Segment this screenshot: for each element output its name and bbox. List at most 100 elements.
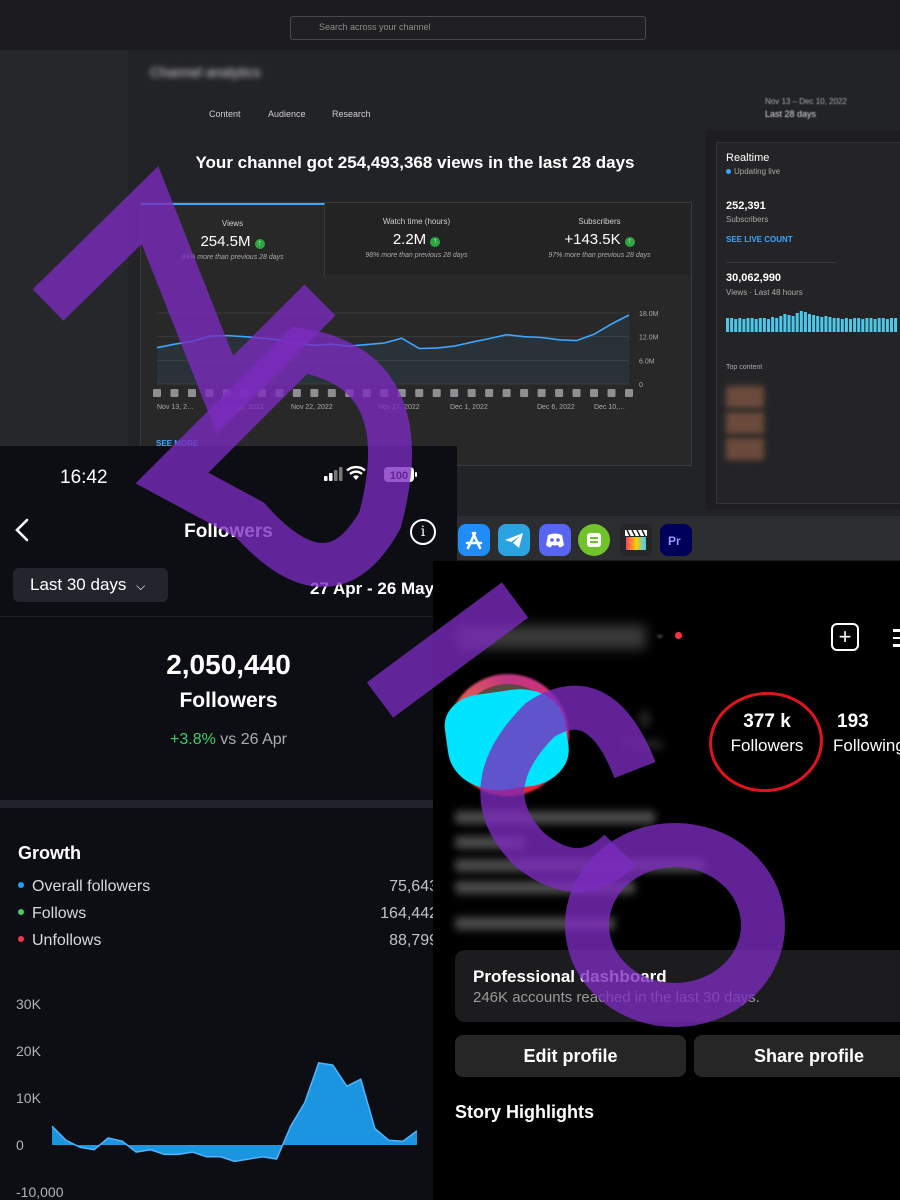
menu-icon[interactable]: [893, 629, 900, 652]
growth-value: 164,442: [380, 905, 438, 922]
add-post-icon[interactable]: +: [831, 623, 859, 651]
date-range-selector[interactable]: Nov 13 – Dec 10, 2022 Last 28 days: [765, 95, 847, 121]
realtime-subscribers: 252,391: [726, 200, 766, 212]
section-divider: [0, 800, 457, 808]
growth-area-chart: 30K 20K 10K 0 -10,000: [16, 996, 418, 1200]
tab-audience[interactable]: Audience: [268, 109, 306, 119]
realtime-bar: [857, 318, 861, 332]
content-thumbnail[interactable]: [726, 438, 764, 460]
views-line-chart: 0 6.0M 12.0M 18.0M Nov 13, 2… Nov 18, 2022 Nov…: [153, 311, 659, 411]
status-time: 16:42: [60, 467, 108, 488]
legend-dot: [18, 909, 24, 915]
growth-heading: Growth: [18, 843, 81, 863]
event-marker[interactable]: [380, 389, 389, 397]
event-marker[interactable]: [502, 389, 511, 397]
event-marker[interactable]: [310, 389, 319, 397]
metric-comparison: 98% more than previous 28 days: [365, 252, 468, 259]
chevron-down-icon[interactable]: ⌄: [654, 625, 666, 642]
premiere-icon[interactable]: Pr: [660, 524, 692, 556]
content-thumbnail[interactable]: [726, 386, 764, 408]
event-marker[interactable]: [205, 389, 214, 397]
event-marker[interactable]: [257, 389, 266, 397]
content-thumbnail[interactable]: [726, 412, 764, 434]
realtime-views: 30,062,990: [726, 272, 782, 284]
story-highlights-heading: Story Highlights: [455, 1102, 594, 1122]
event-marker[interactable]: [432, 389, 441, 397]
event-marker[interactable]: [222, 389, 231, 397]
share-profile-button[interactable]: Share profile: [694, 1035, 900, 1077]
realtime-views-label: Views · Last 48 hours: [726, 288, 803, 297]
event-marker[interactable]: [485, 389, 494, 397]
x-tick-label: Nov 13, 2…: [157, 404, 194, 411]
event-marker[interactable]: [467, 389, 476, 397]
link-blurred[interactable]: [455, 917, 615, 930]
event-marker[interactable]: [153, 389, 161, 397]
event-marker[interactable]: [275, 389, 284, 397]
metric-views-tab[interactable]: Views 254.5M ↑ 99% more than previous 28 …: [141, 203, 325, 277]
event-marker[interactable]: [607, 389, 616, 397]
metric-subscribers-tab[interactable]: Subscribers +143.5K ↑ 97% more than previ…: [508, 203, 691, 275]
followers-label[interactable]: Followers: [717, 736, 817, 756]
event-marker[interactable]: [590, 389, 599, 397]
realtime-bar: [799, 311, 803, 332]
date-range-dropdown[interactable]: Last 30 days ⌵: [13, 568, 168, 602]
event-marker[interactable]: [450, 389, 459, 397]
event-marker[interactable]: [362, 389, 371, 397]
event-marker[interactable]: [240, 389, 249, 397]
search-input[interactable]: Search across your channel: [290, 16, 646, 40]
event-marker[interactable]: [537, 389, 546, 397]
see-live-count-link[interactable]: SEE LIVE COUNT: [726, 235, 793, 244]
event-marker[interactable]: [187, 389, 196, 397]
metric-watch-time-tab[interactable]: Watch time (hours) 2.2M ↑ 98% more than p…: [325, 203, 509, 275]
followers-total: 2,050,440: [166, 649, 291, 680]
realtime-bar: [758, 318, 762, 332]
change-percent: +3.8%: [170, 731, 216, 748]
growth-label: Unfollows: [32, 932, 102, 949]
realtime-bar: [877, 318, 881, 332]
event-marker[interactable]: [327, 389, 336, 397]
info-icon[interactable]: i: [410, 519, 436, 545]
tab-content[interactable]: Content: [209, 109, 241, 119]
edit-profile-button[interactable]: Edit profile: [455, 1035, 686, 1077]
growth-value: 75,643: [389, 878, 438, 895]
date-range-label: Last 28 days: [765, 109, 817, 119]
event-marker[interactable]: [625, 389, 633, 397]
page-title: Channel analytics: [150, 64, 261, 80]
bio-line-blurred: [455, 836, 525, 849]
username-blurred[interactable]: [456, 625, 646, 649]
realtime-bar: [844, 318, 848, 332]
app-store-icon[interactable]: [458, 524, 490, 556]
final-cut-icon[interactable]: [620, 524, 652, 556]
bio-line-blurred: [455, 859, 705, 872]
realtime-bar: [738, 318, 742, 332]
event-marker[interactable]: [572, 389, 581, 397]
realtime-bar: [808, 314, 811, 332]
following-label[interactable]: Following: [833, 736, 900, 756]
posts-count-blurred: 0: [639, 709, 651, 731]
event-marker[interactable]: [415, 389, 424, 397]
status-bar-icons: 100: [324, 465, 417, 482]
tab-research[interactable]: Research: [332, 109, 371, 119]
followers-count[interactable]: 377 k: [717, 711, 817, 733]
event-marker[interactable]: [170, 389, 179, 397]
y-tick-label: 6.0M: [639, 358, 655, 365]
event-marker[interactable]: [555, 389, 564, 397]
cloud-app-icon[interactable]: [578, 524, 610, 556]
dashboard-title: Professional dashboard: [473, 967, 667, 986]
following-count[interactable]: 193: [837, 711, 869, 733]
y-tick-label: 0: [16, 1137, 24, 1153]
svg-text:Pr: Pr: [668, 534, 681, 548]
live-dot-icon: [726, 169, 731, 174]
event-marker[interactable]: [397, 389, 406, 397]
views-area: [157, 315, 629, 384]
event-marker[interactable]: [520, 389, 529, 397]
realtime-bar: [795, 313, 799, 332]
event-marker[interactable]: [345, 389, 354, 397]
event-marker[interactable]: [292, 389, 301, 397]
growth-label: Overall followers: [32, 878, 151, 895]
discord-icon[interactable]: [539, 524, 571, 556]
metric-value: +143.5K: [564, 231, 621, 248]
telegram-icon[interactable]: [498, 524, 530, 556]
metric-comparison: 99% more than previous 28 days: [181, 254, 284, 261]
growth-row-unfollows: Unfollows 88,799: [18, 932, 438, 950]
